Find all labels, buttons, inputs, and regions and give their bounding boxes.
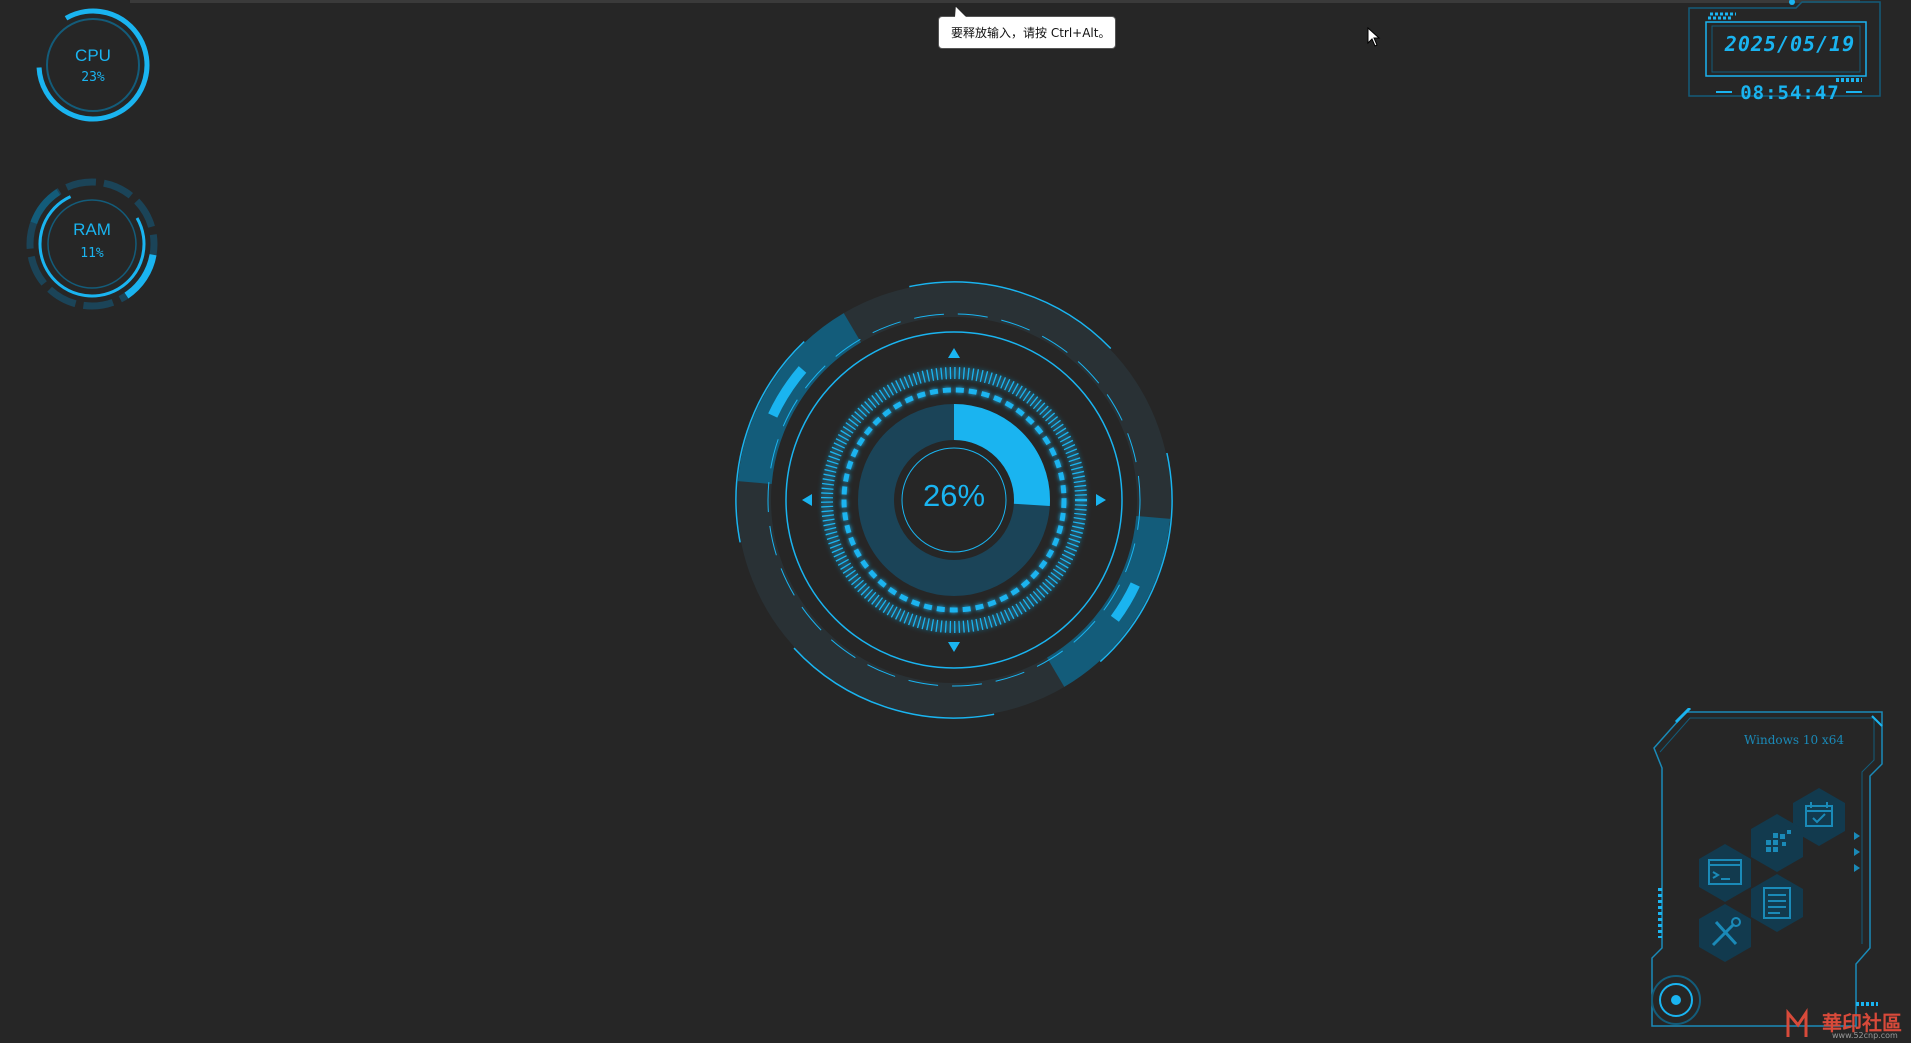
- site-watermark: 華印社區 www.52cnp.com: [1780, 1005, 1910, 1043]
- center-percent: 26%: [922, 478, 986, 513]
- os-version-label: Windows 10 x64: [1744, 733, 1844, 747]
- tools-icon: [1699, 904, 1751, 962]
- launcher-panel: Windows 10 x64: [1646, 708, 1886, 1043]
- cpu-value: 23%: [81, 70, 105, 85]
- release-input-tooltip: 要释放输入，请按 Ctrl+Alt。: [938, 7, 1116, 49]
- ram-ring-icon: [26, 178, 158, 310]
- cpu-gauge: CPU 23%: [34, 6, 152, 124]
- date-display: 2025/05/19: [1724, 32, 1856, 56]
- watermark-logo-icon: [1786, 1008, 1808, 1037]
- ram-label: RAM: [73, 220, 111, 239]
- time-display: 08:54:47: [1740, 82, 1840, 104]
- ram-value: 11%: [80, 246, 104, 261]
- tools-shortcut[interactable]: [1694, 902, 1756, 964]
- cpu-label: CPU: [75, 46, 111, 65]
- screen-top-edge: [130, 0, 1860, 3]
- watermark-url: www.52cnp.com: [1832, 1031, 1898, 1040]
- ram-gauge: RAM 11%: [24, 176, 160, 312]
- mouse-cursor-icon: [1367, 27, 1381, 47]
- datetime-widget: 2025/05/19 08:54:47: [1686, 0, 1882, 106]
